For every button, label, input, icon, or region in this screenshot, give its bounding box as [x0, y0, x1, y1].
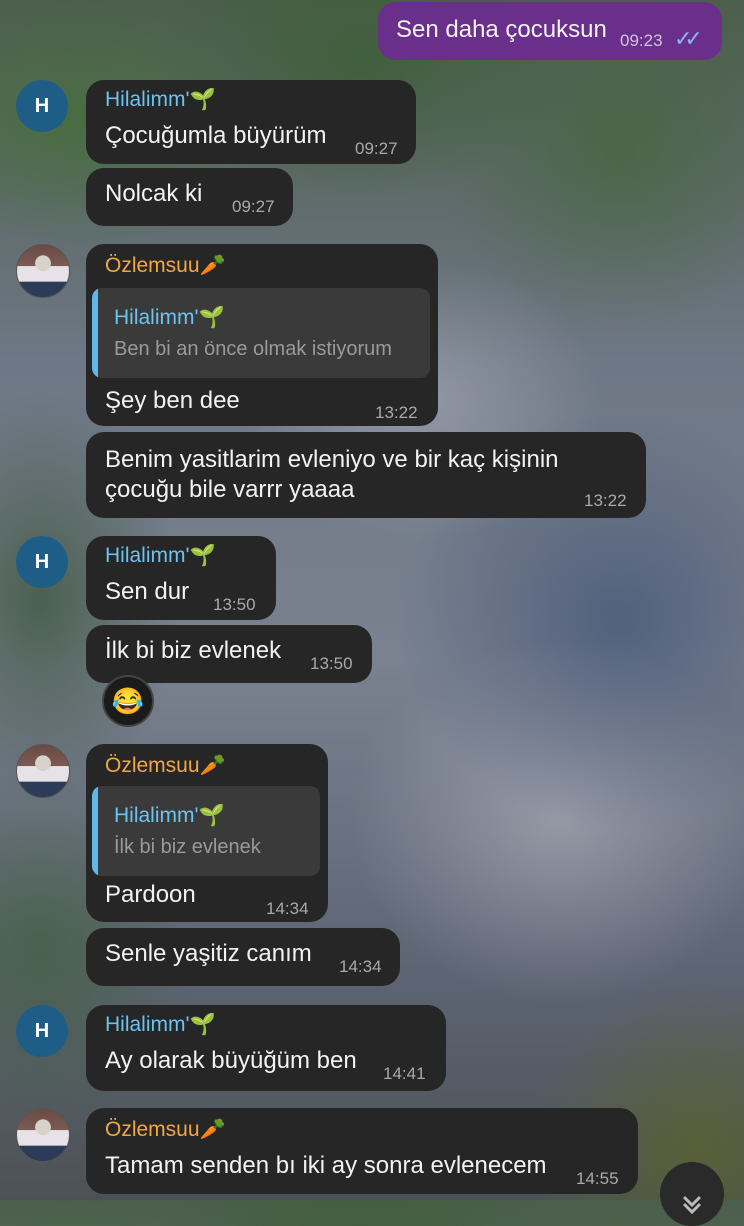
avatar[interactable]: H — [16, 80, 68, 132]
message-text: Sen daha çocuksun — [396, 16, 607, 43]
message-time: 14:34 — [266, 899, 309, 918]
quote-sender: Hilalimm'🌱 — [114, 306, 225, 329]
message-time: 09:23 — [620, 31, 663, 50]
message-text-line2: çocuğu bile varrr yaaaa — [105, 476, 355, 503]
avatar[interactable] — [16, 244, 70, 298]
quote-bar — [92, 786, 98, 876]
avatar[interactable]: H — [16, 536, 68, 588]
message-time: 13:50 — [310, 654, 353, 673]
message-text: Sen dur — [105, 578, 190, 605]
sender-name[interactable]: Hilalimm'🌱 — [105, 88, 216, 112]
reaction-emoji[interactable]: 😂 — [102, 675, 154, 727]
message-text: Nolcak ki — [105, 180, 203, 207]
message-time: 13:22 — [584, 491, 627, 510]
message-text-line1: Benim yasitlarim evleniyo ve bir kaç kiş… — [105, 446, 559, 473]
avatar[interactable] — [16, 1108, 70, 1162]
message-text: Çocuğumla büyürüm — [105, 122, 327, 149]
message-time: 09:27 — [232, 197, 275, 216]
message-time: 09:27 — [355, 139, 398, 158]
message-time: 14:34 — [339, 957, 382, 976]
sender-name[interactable]: Özlemsuu🥕 — [105, 1118, 226, 1142]
message-time: 13:50 — [213, 595, 256, 614]
incoming-message[interactable]: Senle yaşitiz canım 14:34 — [86, 928, 400, 986]
incoming-message[interactable]: Özlemsuu🥕 Hilalimm'🌱 Ben bi an önce olma… — [86, 244, 438, 426]
message-text: Senle yaşitiz canım — [105, 940, 312, 967]
message-text: Pardoon — [105, 881, 196, 908]
message-time: 14:41 — [383, 1064, 426, 1083]
avatar[interactable]: H — [16, 1005, 68, 1057]
incoming-message[interactable]: Benim yasitlarim evleniyo ve bir kaç kiş… — [86, 432, 646, 518]
incoming-message[interactable]: Özlemsuu🥕 Hilalimm'🌱 İlk bi biz evlenek … — [86, 744, 328, 922]
incoming-message[interactable]: Nolcak ki 09:27 — [86, 168, 293, 226]
quote-sender: Hilalimm'🌱 — [114, 804, 225, 827]
outgoing-message[interactable]: Sen daha çocuksun 09:23 ✓✓ — [378, 2, 722, 60]
quote-text: İlk bi biz evlenek — [114, 836, 261, 858]
message-time: 13:22 — [375, 403, 418, 422]
sender-name[interactable]: Özlemsuu🥕 — [105, 254, 226, 278]
message-time: 14:55 — [576, 1169, 619, 1188]
message-text: Ay olarak büyüğüm ben — [105, 1047, 357, 1074]
avatar[interactable] — [16, 744, 70, 798]
incoming-message[interactable]: Hilalimm'🌱 Çocuğumla büyürüm 09:27 — [86, 80, 416, 164]
message-text: Tamam senden bı iki ay sonra evlenecem — [105, 1152, 547, 1179]
scroll-down-button[interactable] — [660, 1162, 724, 1226]
reply-quote[interactable]: Hilalimm'🌱 İlk bi biz evlenek — [92, 786, 320, 876]
quote-text: Ben bi an önce olmak istiyorum — [114, 338, 392, 360]
quote-bar — [92, 288, 98, 378]
incoming-message[interactable]: Hilalimm'🌱 Ay olarak büyüğüm ben 14:41 — [86, 1005, 446, 1091]
sender-name[interactable]: Hilalimm'🌱 — [105, 544, 216, 568]
read-ticks-icon: ✓✓ — [674, 26, 703, 51]
sender-name[interactable]: Hilalimm'🌱 — [105, 1013, 216, 1037]
message-text: İlk bi biz evlenek — [105, 637, 282, 664]
message-text: Şey ben dee — [105, 387, 240, 414]
incoming-message[interactable]: Özlemsuu🥕 Tamam senden bı iki ay sonra e… — [86, 1108, 638, 1194]
reply-quote[interactable]: Hilalimm'🌱 Ben bi an önce olmak istiyoru… — [92, 288, 430, 378]
incoming-message[interactable]: Hilalimm'🌱 Sen dur 13:50 — [86, 536, 276, 620]
chevron-down-double-icon — [682, 1195, 702, 1215]
sender-name[interactable]: Özlemsuu🥕 — [105, 754, 226, 778]
